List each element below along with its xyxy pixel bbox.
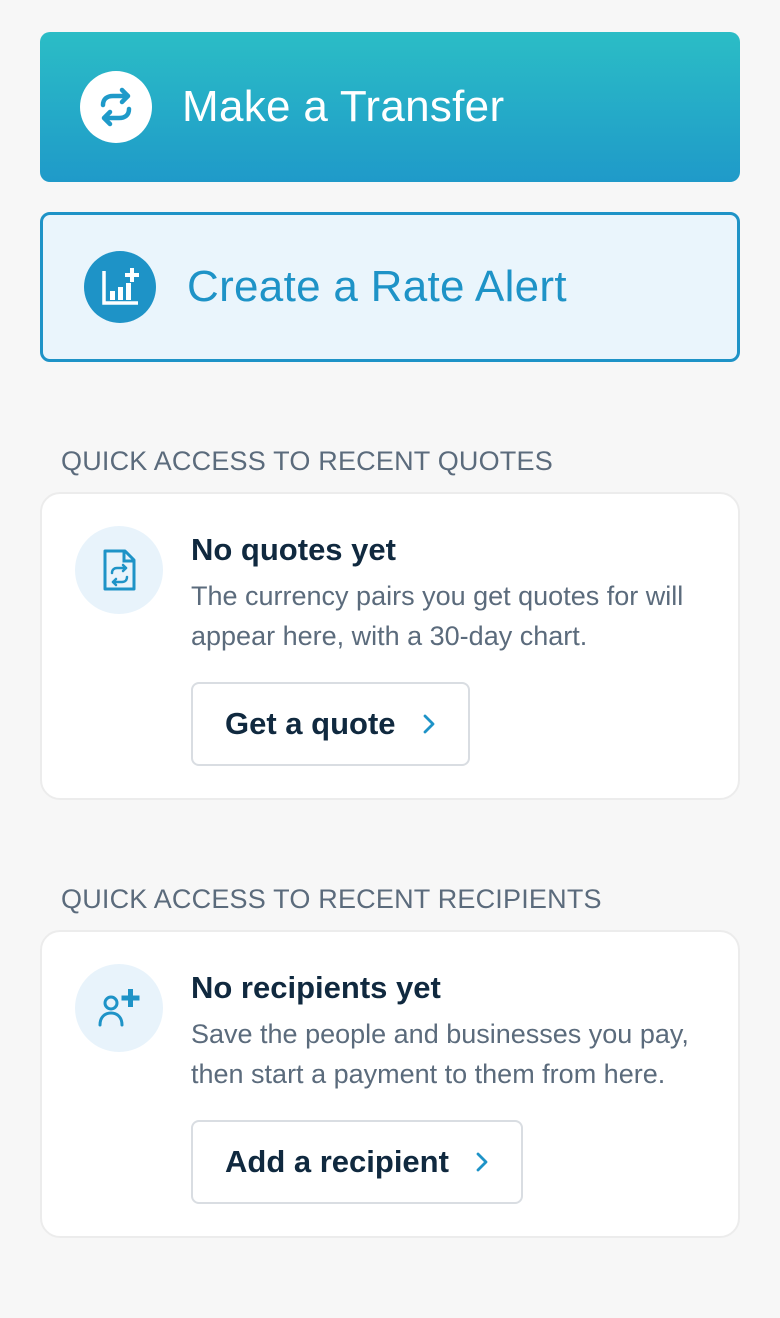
rate-alert-icon-circle [84,251,156,323]
add-recipient-button[interactable]: Add a recipient [191,1120,523,1204]
recent-recipients-card: No recipients yet Save the people and bu… [40,930,740,1238]
no-quotes-title: No quotes yet [191,532,396,567]
create-rate-alert-label: Create a Rate Alert [187,262,567,311]
chevron-right-icon [475,1151,489,1173]
recipients-icon-circle [75,964,163,1052]
no-recipients-title: No recipients yet [191,970,441,1005]
recent-quotes-heading: QUICK ACCESS TO RECENT QUOTES [61,446,553,476]
no-recipients-description: Save the people and businesses you pay, … [191,1019,689,1089]
get-quote-label: Get a quote [225,706,396,741]
quick-actions-page: Make a Transfer Create a Rate Alert QUIC… [0,0,780,1318]
create-rate-alert-button[interactable]: Create a Rate Alert [40,212,740,362]
add-person-icon [98,989,140,1027]
rate-alert-chart-icon [102,268,139,305]
transfer-icon-circle [80,71,152,143]
no-quotes-description: The currency pairs you get quotes for wi… [191,581,684,651]
quotes-icon-circle [75,526,163,614]
get-quote-button[interactable]: Get a quote [191,682,470,766]
recent-recipients-heading: QUICK ACCESS TO RECENT RECIPIENTS [61,884,602,914]
make-transfer-button[interactable]: Make a Transfer [40,32,740,182]
transfer-arrows-icon [100,87,132,127]
chevron-right-icon [422,713,436,735]
quote-document-icon [103,549,136,591]
recent-quotes-card: No quotes yet The currency pairs you get… [40,492,740,800]
make-transfer-label: Make a Transfer [182,82,505,131]
add-recipient-label: Add a recipient [225,1144,449,1179]
